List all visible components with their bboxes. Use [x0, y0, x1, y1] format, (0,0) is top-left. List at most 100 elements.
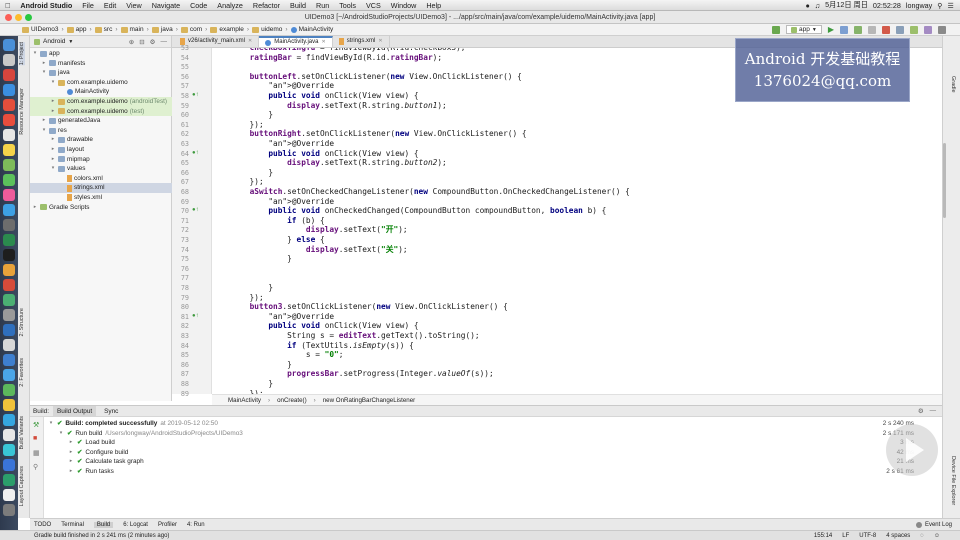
close-tab-icon[interactable]: ✕: [321, 37, 325, 48]
photos-dock-icon[interactable]: [3, 189, 15, 201]
tree-item[interactable]: ▾ res: [30, 126, 172, 136]
app-dock-icon-12[interactable]: [3, 399, 15, 411]
build-tree-row[interactable]: ▸ ✔ Load build: [68, 438, 115, 448]
tree-item[interactable]: ▾ values: [30, 164, 172, 174]
build-tree-row[interactable]: ▾ ✔ Build: completed successfully at 2019-0…: [48, 419, 218, 429]
override-marker-icon[interactable]: ●↑: [192, 150, 199, 156]
sdk-manager-icon[interactable]: [924, 25, 932, 34]
collapsed-arrow-icon[interactable]: ▸: [50, 145, 56, 155]
messages-dock-icon[interactable]: [3, 159, 15, 171]
build-tree-row[interactable]: ▾ ✔ Run build/Users/longway/AndroidStudioP…: [58, 429, 243, 439]
tree-item[interactable]: ▸ layout: [30, 145, 172, 155]
event-icon[interactable]: ☺: [934, 531, 940, 540]
facetime-dock-icon[interactable]: [3, 174, 15, 186]
expanded-arrow-icon[interactable]: ▾: [41, 126, 47, 136]
android-studio-dock-icon[interactable]: [3, 294, 15, 306]
app-dock-icon-14[interactable]: [3, 429, 15, 441]
tree-item[interactable]: ▾ com.example.uidemo: [30, 78, 172, 88]
profile-icon[interactable]: [854, 25, 862, 34]
terminal-dock-icon[interactable]: [3, 249, 15, 261]
app-dock-icon-13[interactable]: [3, 414, 15, 426]
nav-crumb[interactable]: UIDemo3: [20, 26, 60, 33]
code-crumb[interactable]: MainActivity: [228, 397, 261, 404]
app-dock-icon-2[interactable]: [3, 114, 15, 126]
structure-tool-tab[interactable]: 2: Structure: [19, 308, 25, 336]
gear-icon[interactable]: ⚙: [918, 407, 924, 415]
collapsed-arrow-icon[interactable]: ▸: [68, 457, 74, 467]
menu-window[interactable]: Window: [386, 1, 422, 10]
build-tree-row[interactable]: ▸ ✔ Run tasks: [68, 467, 114, 477]
menu-list-icon[interactable]: ☰: [948, 1, 954, 10]
chrome-dock-icon[interactable]: [3, 99, 15, 111]
calendar-dock-icon[interactable]: [3, 129, 15, 141]
app-dock-icon[interactable]: [3, 69, 15, 81]
build-variants-tool-tab[interactable]: Build Variants: [19, 416, 25, 450]
debug-icon[interactable]: [840, 25, 848, 34]
bottom-tab[interactable]: Build: [93, 521, 114, 528]
settings-dock-icon[interactable]: [3, 219, 15, 231]
app-dock-icon-18[interactable]: [3, 489, 15, 501]
gradle-tool-tab[interactable]: Gradle: [950, 76, 956, 93]
project-view-selector[interactable]: Android: [43, 38, 65, 45]
menu-analyze[interactable]: Analyze: [212, 1, 248, 10]
stop-icon[interactable]: [882, 25, 890, 34]
bottom-tab[interactable]: 4: Run: [187, 522, 205, 528]
collapsed-arrow-icon[interactable]: ▸: [50, 135, 56, 145]
video-play-overlay[interactable]: [886, 424, 938, 476]
code-crumb[interactable]: new OnRatingBarChangeListener: [323, 397, 416, 404]
app-menu[interactable]: Android Studio: [15, 1, 77, 10]
app-dock-icon-3[interactable]: [3, 234, 15, 246]
collapsed-arrow-icon[interactable]: ▸: [41, 59, 47, 69]
menu-file[interactable]: File: [77, 1, 99, 10]
menu-build[interactable]: Build: [285, 1, 311, 10]
launchpad-dock-icon[interactable]: [3, 54, 15, 66]
app-dock-icon-7[interactable]: [3, 324, 15, 336]
project-tool-tab[interactable]: 1: Project: [19, 42, 25, 66]
tree-item[interactable]: ▾ app: [30, 49, 172, 59]
override-marker-icon[interactable]: ●↑: [192, 313, 199, 319]
apple-menu-icon[interactable]: : [0, 1, 15, 10]
collapsed-arrow-icon[interactable]: ▸: [32, 203, 38, 213]
app-dock-icon-6[interactable]: [3, 309, 15, 321]
close-window-button[interactable]: [5, 14, 12, 21]
nav-crumb[interactable]: java: [150, 26, 175, 33]
zoom-window-button[interactable]: [25, 14, 32, 21]
collapsed-arrow-icon[interactable]: ▸: [50, 97, 56, 107]
event-log-tab[interactable]: Event Log: [915, 521, 960, 528]
safari-dock-icon[interactable]: [3, 84, 15, 96]
line-separator[interactable]: LF: [842, 531, 849, 540]
sync-gradle-icon[interactable]: [896, 25, 904, 34]
menu-navigate[interactable]: Navigate: [147, 1, 185, 10]
nav-crumb[interactable]: com: [179, 26, 204, 33]
menubar-user[interactable]: longway: [906, 1, 932, 10]
nav-crumb[interactable]: example: [208, 26, 246, 33]
cursor-position[interactable]: 155:14: [814, 531, 832, 540]
tree-item[interactable]: MainActivity: [30, 87, 172, 97]
stop-build-icon[interactable]: ■: [33, 435, 37, 442]
app-dock-icon-4[interactable]: [3, 264, 15, 276]
bottom-tab[interactable]: TODO: [34, 522, 51, 528]
tab-build-output[interactable]: Build Output: [53, 405, 97, 417]
override-marker-icon[interactable]: ●↑: [192, 207, 199, 213]
resource-manager-tool-tab[interactable]: Resource Manager: [19, 88, 25, 135]
toggle-view-icon[interactable]: ▦: [33, 449, 40, 457]
wifi-icon[interactable]: ●: [805, 1, 809, 10]
override-marker-icon[interactable]: ●↑: [192, 92, 199, 98]
gear-icon[interactable]: ⚙: [150, 38, 156, 46]
app-dock-icon-5[interactable]: [3, 279, 15, 291]
expanded-arrow-icon[interactable]: ▾: [58, 429, 64, 439]
device-file-explorer-tool-tab[interactable]: Device File Explorer: [950, 456, 956, 505]
expanded-arrow-icon[interactable]: ▾: [50, 164, 56, 174]
collapsed-arrow-icon[interactable]: ▸: [50, 107, 56, 117]
menu-view[interactable]: View: [121, 1, 146, 10]
collapsed-arrow-icon[interactable]: ▸: [68, 438, 74, 448]
spotlight-icon[interactable]: ⚲: [937, 1, 942, 10]
attach-debugger-icon[interactable]: [868, 25, 876, 34]
volume-icon[interactable]: ♫: [815, 1, 820, 10]
lock-icon[interactable]: ◌: [920, 531, 924, 540]
app-dock-icon-16[interactable]: [3, 459, 15, 471]
expanded-arrow-icon[interactable]: ▾: [50, 78, 56, 88]
menu-run[interactable]: Run: [311, 1, 334, 10]
avd-manager-icon[interactable]: [910, 25, 918, 34]
expanded-arrow-icon[interactable]: ▾: [32, 49, 38, 59]
